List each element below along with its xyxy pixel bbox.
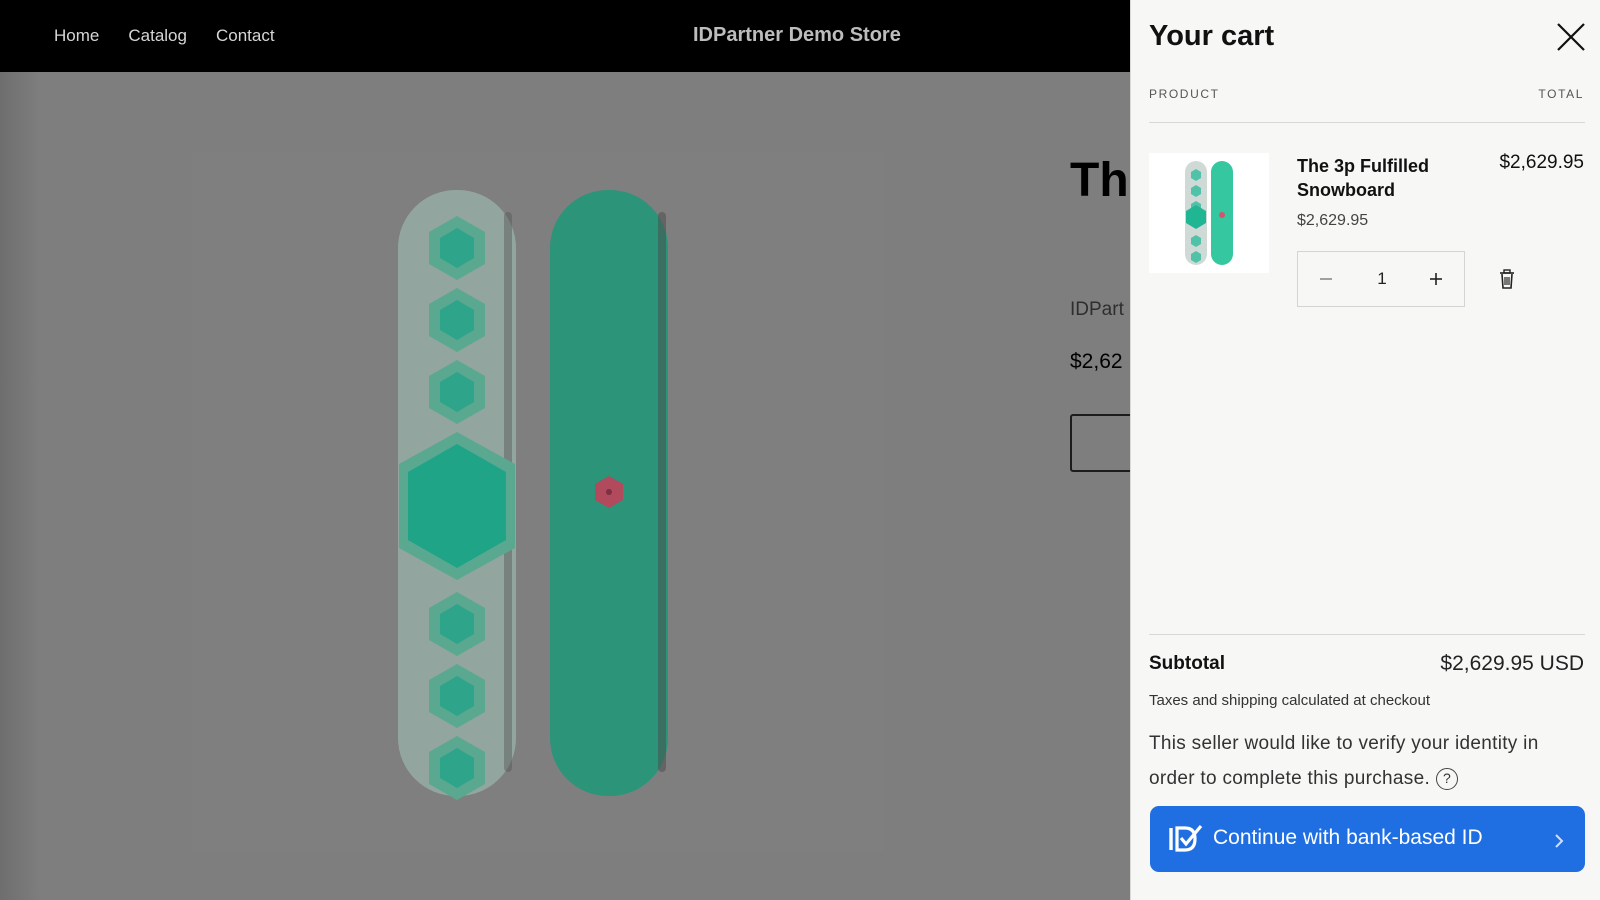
quantity-stepper xyxy=(1297,251,1465,307)
chevron-right-icon xyxy=(1555,834,1564,848)
subtotal-value: $2,629.95 USD xyxy=(1440,652,1584,675)
cart-drawer: Your cart PRODUCT TOTAL The 3p Fulfilled… xyxy=(1130,0,1600,900)
decrease-quantity-button[interactable] xyxy=(1298,252,1354,306)
overlay-shade xyxy=(0,72,40,900)
header-divider xyxy=(1149,122,1585,123)
store-name[interactable]: IDPartner Demo Store xyxy=(693,24,901,47)
cart-item-image[interactable] xyxy=(1149,153,1269,273)
nav-catalog-link[interactable]: Catalog xyxy=(128,26,187,46)
nav-home-link[interactable]: Home xyxy=(54,26,99,46)
product-image-frame xyxy=(192,152,884,852)
snowboard-thumbnail-icon xyxy=(1185,161,1233,265)
help-icon[interactable]: ? xyxy=(1436,767,1459,790)
increase-quantity-button[interactable] xyxy=(1408,252,1464,306)
id-check-icon xyxy=(1169,824,1203,852)
snowboard-image xyxy=(398,190,668,800)
footer-divider xyxy=(1149,634,1585,635)
snowboard-top-graphic xyxy=(398,190,516,800)
cart-item-unit-price: $2,629.95 xyxy=(1297,212,1369,229)
trash-icon[interactable] xyxy=(1496,268,1518,292)
product-vendor: IDPart xyxy=(1070,299,1124,320)
tax-note: Taxes and shipping calculated at checkou… xyxy=(1149,692,1431,709)
snowboard-base-graphic xyxy=(550,190,668,796)
cta-label: Continue with bank-based ID xyxy=(1213,826,1483,849)
subtotal-label: Subtotal xyxy=(1149,653,1225,674)
continue-with-bank-id-button[interactable]: Continue with bank-based ID xyxy=(1150,806,1585,872)
cart-item-total: $2,629.95 xyxy=(1499,152,1584,173)
minus-icon xyxy=(1320,278,1332,280)
cart-title: Your cart xyxy=(1149,20,1275,52)
cart-item-name[interactable]: The 3p Fulfilled Snowboard xyxy=(1297,154,1457,202)
close-icon[interactable] xyxy=(1554,20,1588,54)
product-price: $2,62 xyxy=(1070,350,1123,373)
identity-verification-text: This seller would like to verify your id… xyxy=(1149,726,1589,796)
quantity-input[interactable] xyxy=(1354,252,1410,306)
nav-contact-link[interactable]: Contact xyxy=(216,26,275,46)
column-header-product: PRODUCT xyxy=(1149,87,1220,101)
plus-icon xyxy=(1430,273,1442,285)
column-header-total: TOTAL xyxy=(1538,87,1584,101)
verify-message: This seller would like to verify your id… xyxy=(1149,733,1539,789)
main-nav: Home Catalog Contact xyxy=(54,0,275,72)
